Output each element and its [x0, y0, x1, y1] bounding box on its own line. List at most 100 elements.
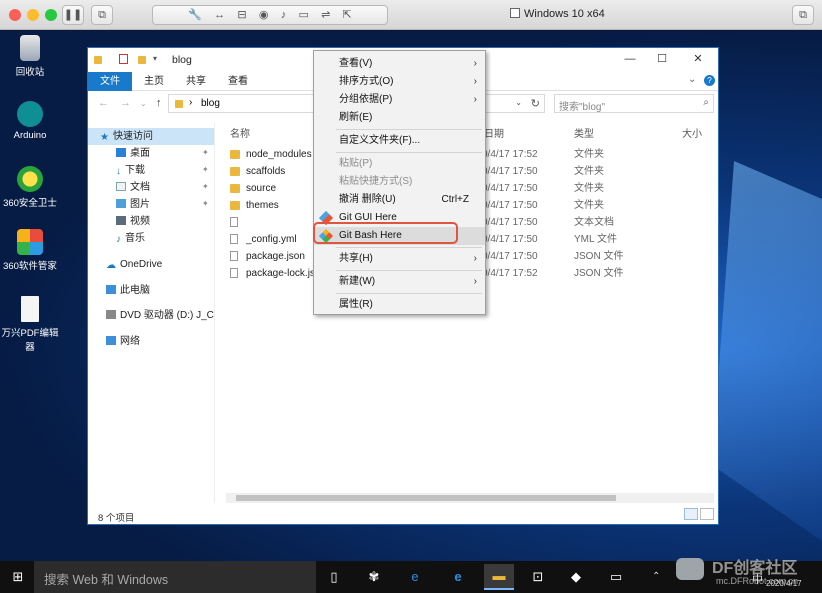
file-date: 0/4/17 17:52 — [482, 149, 538, 160]
menu-item-properties[interactable]: 属性(R) — [314, 296, 485, 314]
file-name: node_modules — [246, 149, 312, 160]
column-header-type[interactable]: 类型 — [574, 125, 594, 140]
scrollbar-thumb[interactable] — [236, 495, 616, 501]
pin-icon[interactable]: ✦ — [202, 182, 209, 191]
column-header-name[interactable]: 名称 — [230, 125, 250, 140]
maximize-icon[interactable]: ☐ — [648, 50, 676, 68]
menu-item-new[interactable]: 新建(W) › — [314, 273, 485, 291]
menu-item-share[interactable]: 共享(H) › — [314, 250, 485, 268]
minimize-icon[interactable]: — — [616, 50, 644, 68]
resize-icon[interactable]: ↔ — [214, 9, 225, 21]
new-folder-icon[interactable] — [138, 56, 146, 64]
audio-icon[interactable]: ♪ — [281, 9, 287, 21]
tab-view[interactable]: 查看 — [222, 72, 254, 91]
details-view-icon[interactable] — [684, 508, 698, 520]
terminal-icon[interactable]: ▭ — [606, 567, 626, 587]
column-header-date[interactable]: 日期 — [484, 125, 504, 140]
computer-icon — [106, 285, 116, 294]
ie-icon[interactable]: e — [405, 567, 425, 587]
vm-device-toolbar[interactable]: 🔧 ↔ ⊟ ◉ ♪ ▭ ⇌ ⇱ — [152, 5, 388, 25]
chevron-right-icon: › — [473, 276, 477, 287]
desktop-icon-label: 360软件管家 — [3, 261, 57, 272]
snapshot-icon[interactable]: ⧉ — [91, 5, 113, 25]
quick-access-dropdown-icon[interactable]: ▾ — [153, 54, 157, 63]
sidebar-item-this-pc[interactable]: 此电脑 — [88, 282, 150, 299]
file-type: 文件夹 — [574, 149, 604, 160]
videos-icon — [116, 216, 126, 225]
close-window-button[interactable] — [9, 9, 21, 21]
file-name: _config.yml — [246, 234, 297, 245]
desktop-icon-pdf-editor[interactable]: 万兴PDF编辑器 — [0, 296, 60, 353]
taskbar-search-input[interactable]: 搜索 Web 和 Windows — [34, 561, 316, 593]
sidebar-item-videos[interactable]: 视频 — [88, 213, 150, 230]
pin-icon[interactable]: ✦ — [202, 165, 209, 174]
desktop-icon-360-security[interactable]: 360安全卫士 — [0, 166, 60, 209]
zoom-window-button[interactable] — [45, 9, 57, 21]
windows-start-icon[interactable]: ⊞ — [8, 567, 28, 587]
usb-icon[interactable]: ⇌ — [321, 9, 330, 21]
sidebar-item-network[interactable]: 网络 — [88, 333, 140, 350]
share-icon[interactable]: ⇱ — [343, 9, 352, 21]
ribbon-expand-icon[interactable]: ⌄ — [688, 74, 696, 85]
menu-item-customize-folder[interactable]: 自定义文件夹(F)... — [314, 132, 485, 150]
pause-icon[interactable]: ❚❚ — [62, 5, 84, 25]
edge-icon[interactable]: e — [448, 567, 468, 587]
search-icon: ⌕ — [703, 97, 709, 108]
tab-home[interactable]: 主页 — [138, 72, 170, 91]
tab-file[interactable]: 文件 — [88, 72, 132, 91]
pin-icon[interactable]: ✦ — [202, 199, 209, 208]
sidebar-item-downloads[interactable]: ↓ 下载 — [88, 162, 145, 179]
video-icon[interactable]: ▭ — [298, 9, 308, 21]
breadcrumb[interactable]: blog — [201, 98, 220, 109]
navigation-pane: ★ 快速访问 桌面 ✦ ↓ 下载 ✦ 文档 ✦ 图片 ✦ 视频 ♪ 音乐 ☁ OneDr… — [88, 123, 214, 503]
properties-icon[interactable] — [119, 54, 128, 64]
pin-icon[interactable]: ✦ — [202, 148, 209, 157]
up-icon[interactable]: ↑ — [156, 97, 162, 109]
back-icon[interactable]: ← — [98, 97, 109, 109]
file-type: 文件夹 — [574, 166, 604, 177]
refresh-icon[interactable]: ↻ — [531, 97, 540, 110]
sidebar-item-desktop[interactable]: 桌面 — [88, 145, 150, 162]
desktop-icon-arduino[interactable]: Arduino — [0, 101, 60, 141]
drive-icon[interactable]: ⊟ — [237, 9, 246, 21]
sidebar-item-quick-access[interactable]: ★ 快速访问 — [88, 128, 214, 145]
store-icon[interactable]: ⊡ — [528, 567, 548, 587]
sidebar-item-music[interactable]: ♪ 音乐 — [88, 230, 145, 247]
desktop-icon-label: 360安全卫士 — [3, 198, 57, 209]
file-explorer-icon[interactable]: ▬ — [484, 564, 514, 590]
file-date: 0/4/17 17:50 — [482, 234, 538, 245]
recycle-bin-icon — [20, 35, 40, 61]
menu-item-view[interactable]: 查看(V) › — [314, 55, 485, 73]
column-header-size[interactable]: 大小 — [682, 125, 702, 140]
desktop-icon-360-software[interactable]: 360软件管家 — [0, 229, 60, 272]
horizontal-scrollbar[interactable] — [226, 493, 714, 503]
sidebar-item-onedrive[interactable]: ☁ OneDrive — [88, 256, 162, 273]
sidebar-item-dvd-drive[interactable]: DVD 驱动器 (D:) J_CC — [88, 307, 214, 324]
menu-item-sort-by[interactable]: 排序方式(O) › — [314, 73, 485, 91]
desktop-icon-recycle-bin[interactable]: 回收站 — [0, 35, 60, 78]
address-dropdown-icon[interactable]: ⌄ — [515, 98, 522, 107]
menu-item-undo-delete[interactable]: 撤消 删除(U) Ctrl+Z — [314, 191, 485, 209]
task-view-icon[interactable]: ▯ — [324, 567, 344, 587]
search-input[interactable]: 搜索"blog" ⌕ — [554, 94, 714, 113]
git-taskbar-icon[interactable]: ◆ — [566, 567, 586, 587]
fan-app-icon[interactable]: ✾ — [364, 567, 384, 587]
minimize-window-button[interactable] — [27, 9, 39, 21]
file-name: package.json — [246, 251, 305, 262]
sidebar-item-pictures[interactable]: 图片 — [88, 196, 150, 213]
menu-item-refresh[interactable]: 刷新(E) — [314, 109, 485, 127]
close-icon[interactable]: ✕ — [684, 50, 712, 68]
recent-dropdown-icon[interactable]: ⌄ — [140, 99, 147, 108]
file-type: JSON 文件 — [574, 251, 624, 262]
tray-chevron-up-icon[interactable]: ⌃ — [652, 571, 660, 582]
tab-share[interactable]: 共享 — [180, 72, 212, 91]
forward-icon[interactable]: → — [120, 97, 131, 109]
camera-icon[interactable]: ◉ — [259, 9, 269, 21]
settings-icon[interactable]: 🔧 — [188, 9, 202, 21]
fullscreen-icon[interactable]: ⧉ — [792, 5, 814, 25]
pane-divider[interactable] — [214, 123, 215, 503]
large-icons-view-icon[interactable] — [700, 508, 714, 520]
help-icon[interactable]: ? — [704, 75, 715, 86]
menu-item-group-by[interactable]: 分组依据(P) › — [314, 91, 485, 109]
sidebar-item-documents[interactable]: 文档 — [88, 179, 150, 196]
